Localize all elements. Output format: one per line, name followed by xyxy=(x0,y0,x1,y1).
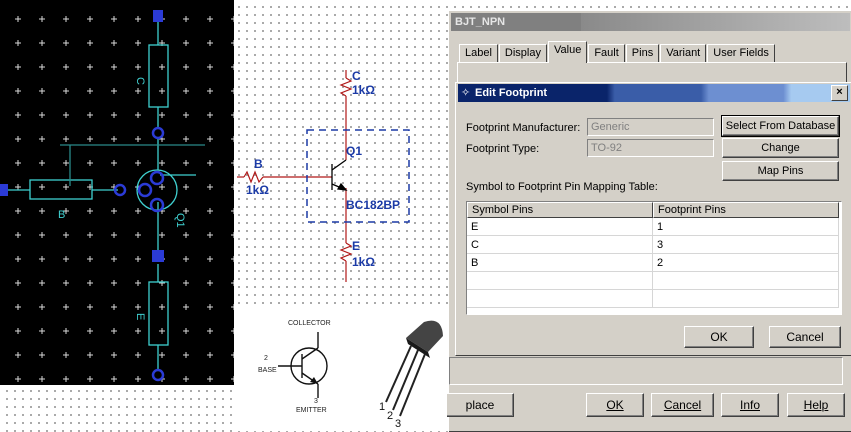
symbol-pin-cell[interactable]: E xyxy=(467,218,653,236)
base-resistor-name: B xyxy=(254,157,263,171)
pcb-left-pad xyxy=(0,184,8,196)
to92-package-drawing xyxy=(385,320,443,417)
manufacturer-label: Footprint Manufacturer: xyxy=(466,122,581,134)
back-cancel-button[interactable]: Cancel xyxy=(651,393,714,417)
select-from-database-button[interactable]: Select From Database xyxy=(721,115,840,137)
footprint-pin-cell[interactable] xyxy=(653,272,839,290)
column-header-footprint-pins[interactable]: Footprint Pins xyxy=(653,202,839,218)
symbol-pin-cell[interactable]: C xyxy=(467,236,653,254)
pcb-label-b: B xyxy=(58,209,65,221)
table-row[interactable] xyxy=(467,290,841,308)
emitter-text: EMITTER xyxy=(296,407,327,414)
base-pin-number: 2 xyxy=(264,355,268,362)
edit-footprint-dialog[interactable]: ✧ Edit Footprint × Footprint Manufacture… xyxy=(455,82,851,356)
transistor-part: BC182BP xyxy=(346,198,400,212)
table-row[interactable]: C3 xyxy=(467,236,841,254)
pcb-label-e: E xyxy=(134,313,146,320)
emitter-resistor-value: 1kΩ xyxy=(352,255,375,269)
help-button[interactable]: Help xyxy=(787,393,845,417)
pinout-drawing: COLLECTOR 2 BASE 3 EMITTER 1 2 3 xyxy=(258,320,443,430)
pin-mapping-table-label: Symbol to Footprint Pin Mapping Table: xyxy=(466,181,658,193)
tab-label[interactable]: Label xyxy=(459,44,498,63)
change-button[interactable]: Change xyxy=(722,138,839,158)
npn-transistor-symbol xyxy=(331,159,348,191)
dialog-titlebar xyxy=(581,13,850,31)
symbol-pin-cell[interactable] xyxy=(467,272,653,290)
emitter-resistor-name: E xyxy=(352,239,360,253)
collector-text: COLLECTOR xyxy=(288,320,331,327)
close-icon[interactable]: × xyxy=(831,85,848,101)
base-text: BASE xyxy=(258,367,277,374)
edit-footprint-cancel-button[interactable]: Cancel xyxy=(769,326,841,348)
footprint-app-icon: ✧ xyxy=(461,87,471,99)
pin-1-label: 1 xyxy=(379,401,385,413)
tab-user-fields[interactable]: User Fields xyxy=(707,44,775,63)
footprint-pin-cell[interactable]: 1 xyxy=(653,218,839,236)
table-row[interactable] xyxy=(467,272,841,290)
pcb-canvas[interactable]: C B Q1 E xyxy=(0,0,234,385)
pinout-reference-image: COLLECTOR 2 BASE 3 EMITTER 1 2 3 xyxy=(238,306,482,431)
pcb-square-pad xyxy=(152,250,164,262)
edit-footprint-ok-button[interactable]: OK xyxy=(684,326,754,348)
emitter-arrow xyxy=(310,377,318,384)
collector-resistor-name: C xyxy=(352,69,361,83)
pcb-top-pad xyxy=(153,10,163,22)
footprint-type-label: Footprint Type: xyxy=(466,143,540,155)
tab-pins[interactable]: Pins xyxy=(625,44,660,63)
tab-display[interactable]: Display xyxy=(498,44,547,63)
table-row[interactable]: B2 xyxy=(467,254,841,272)
footprint-pin-cell[interactable]: 2 xyxy=(653,254,839,272)
tab-variant[interactable]: Variant xyxy=(660,44,707,63)
footprint-type-field: TO-92 xyxy=(587,139,714,157)
pcb-label-c: C xyxy=(134,77,146,85)
back-ok-button[interactable]: OK xyxy=(586,393,644,417)
info-button[interactable]: Info xyxy=(721,393,779,417)
map-pins-button[interactable]: Map Pins xyxy=(722,161,839,181)
symbol-pin-cell[interactable]: B xyxy=(467,254,653,272)
base-resistor-value: 1kΩ xyxy=(246,183,269,197)
schematic-wires xyxy=(237,70,353,282)
column-header-symbol-pins[interactable]: Symbol Pins xyxy=(467,202,653,218)
back-dialog-field xyxy=(449,357,843,385)
pin-3-label: 3 xyxy=(395,418,401,430)
replace-button[interactable]: place xyxy=(447,393,514,417)
emitter-pin-number: 3 xyxy=(314,398,318,405)
manufacturer-field: Generic xyxy=(587,118,714,136)
tab-fault[interactable]: Fault xyxy=(588,44,625,63)
dialog-title: BJT_NPN xyxy=(451,13,581,31)
edit-footprint-title: Edit Footprint xyxy=(475,87,548,99)
schematic-view[interactable]: C 1kΩ B 1kΩ Q1 BC182BP E 1kΩ xyxy=(232,60,447,290)
table-row[interactable]: E1 xyxy=(467,218,841,236)
pin-mapping-table[interactable]: Symbol Pins Footprint Pins E1C3B2 xyxy=(466,201,842,315)
footprint-pin-cell[interactable]: 3 xyxy=(653,236,839,254)
symbol-pin-cell[interactable] xyxy=(467,290,653,308)
property-tabs: Label Display Value Fault Pins Variant User Fi… xyxy=(459,41,776,63)
pcb-layout-view[interactable]: C B Q1 E xyxy=(0,0,234,385)
pin-2-label: 2 xyxy=(387,410,393,422)
footprint-pin-cell[interactable] xyxy=(653,290,839,308)
schematic-canvas[interactable]: C 1kΩ B 1kΩ Q1 BC182BP E 1kΩ xyxy=(232,60,447,290)
tab-value[interactable]: Value xyxy=(548,41,588,63)
pcb-label-q1: Q1 xyxy=(174,213,186,228)
transistor-ref: Q1 xyxy=(346,144,362,158)
collector-resistor-value: 1kΩ xyxy=(352,83,375,97)
edit-footprint-titlebar[interactable]: ✧ Edit Footprint × xyxy=(458,84,850,102)
